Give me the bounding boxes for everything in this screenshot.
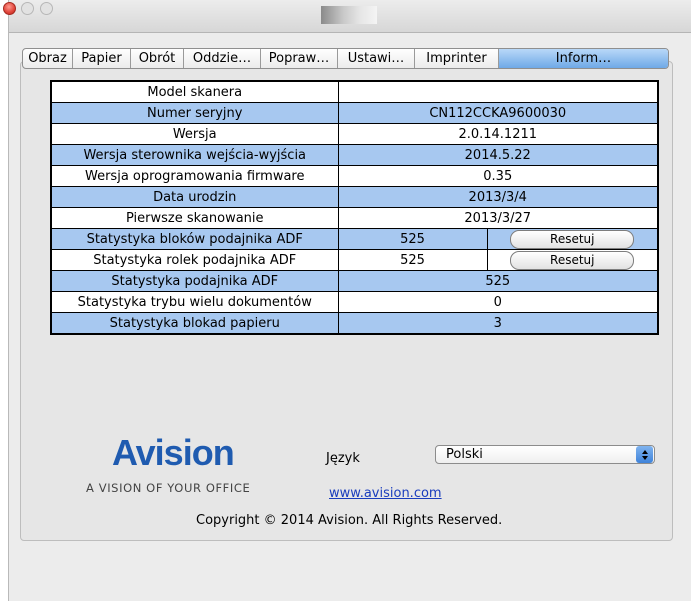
table-row: Statystyka trybu wielu dokumentów 0 xyxy=(50,291,659,313)
tab-bar: Obraz Papier Obrót Oddzie… Popraw… Ustaw… xyxy=(22,48,669,69)
info-value: 3 xyxy=(337,312,659,335)
info-value: 0 xyxy=(337,291,659,313)
info-value: CN112CCKA9600030 xyxy=(337,102,659,124)
info-label: Wersja oprogramowania firmware xyxy=(50,165,339,187)
table-row: Model skanera xyxy=(50,80,659,103)
language-select-value: Polski xyxy=(446,447,483,462)
info-label: Statystyka blokad papieru xyxy=(50,312,339,335)
scanner-info-table: Model skanera Numer seryjny CN112CCKA96000… xyxy=(50,80,659,335)
minimize-window-button[interactable] xyxy=(21,2,34,15)
info-label: Model skanera xyxy=(50,80,339,103)
info-value: 525 xyxy=(339,229,488,249)
info-value-cell: 525 Resetuj xyxy=(337,228,659,250)
tab-poprawa[interactable]: Popraw… xyxy=(261,49,338,68)
title-bar xyxy=(3,0,691,33)
info-label: Data urodzin xyxy=(50,186,339,208)
info-label: Statystyka trybu wielu dokumentów xyxy=(50,291,339,313)
info-value-cell: 525 Resetuj xyxy=(337,249,659,271)
info-value: 2014.5.22 xyxy=(337,144,659,166)
language-label: Język xyxy=(326,451,360,466)
zoom-window-button[interactable] xyxy=(40,2,53,15)
title-bar-image xyxy=(321,6,377,24)
close-window-button[interactable] xyxy=(3,2,16,15)
avision-logo: Avision xyxy=(112,432,242,473)
table-row: Wersja sterownika wejścia-wyjścia 2014.5.… xyxy=(50,144,659,166)
info-value: 0.35 xyxy=(337,165,659,187)
logo-wordmark: Avision xyxy=(112,432,235,473)
table-row: Numer seryjny CN112CCKA9600030 xyxy=(50,102,659,124)
info-label: Statystyka bloków podajnika ADF xyxy=(50,228,339,250)
reset-button[interactable]: Resetuj xyxy=(510,250,635,270)
info-value: 525 xyxy=(337,270,659,292)
info-label: Statystyka podajnika ADF xyxy=(50,270,339,292)
language-select[interactable]: Polski xyxy=(435,445,655,464)
info-label: Wersja sterownika wejścia-wyjścia xyxy=(50,144,339,166)
tab-imprinter[interactable]: Imprinter xyxy=(415,49,499,68)
table-row: Statystyka bloków podajnika ADF 525 Resetu… xyxy=(50,228,659,250)
reset-button[interactable]: Resetuj xyxy=(510,229,635,249)
table-row: Pierwsze skanowanie 2013/3/27 xyxy=(50,207,659,229)
tab-obrot[interactable]: Obrót xyxy=(131,49,184,68)
copyright-text: Copyright © 2014 Avision. All Rights Res… xyxy=(196,513,503,528)
logo-tagline: A VISION OF YOUR OFFICE xyxy=(86,481,251,495)
info-label: Wersja xyxy=(50,123,339,145)
info-value: 2013/3/4 xyxy=(337,186,659,208)
select-stepper-icon xyxy=(636,446,653,463)
website-link[interactable]: www.avision.com xyxy=(329,486,442,501)
tab-ustawienia[interactable]: Ustawi… xyxy=(338,49,415,68)
tab-informacje[interactable]: Inform… xyxy=(499,49,668,68)
info-value xyxy=(337,80,659,103)
info-value: 2.0.14.1211 xyxy=(337,123,659,145)
tab-papier[interactable]: Papier xyxy=(73,49,131,68)
info-label: Statystyka rolek podajnika ADF xyxy=(50,249,339,271)
tab-obraz[interactable]: Obraz xyxy=(23,49,73,68)
tab-oddzielanie[interactable]: Oddzie… xyxy=(184,49,261,68)
table-row: Statystyka blokad papieru 3 xyxy=(50,312,659,335)
table-row: Data urodzin 2013/3/4 xyxy=(50,186,659,208)
table-row: Wersja oprogramowania firmware 0.35 xyxy=(50,165,659,187)
table-row: Statystyka podajnika ADF 525 xyxy=(50,270,659,292)
info-label: Numer seryjny xyxy=(50,102,339,124)
table-row: Wersja 2.0.14.1211 xyxy=(50,123,659,145)
info-label: Pierwsze skanowanie xyxy=(50,207,339,229)
info-value: 525 xyxy=(339,250,488,270)
table-row: Statystyka rolek podajnika ADF 525 Resetuj xyxy=(50,249,659,271)
info-value: 2013/3/27 xyxy=(337,207,659,229)
